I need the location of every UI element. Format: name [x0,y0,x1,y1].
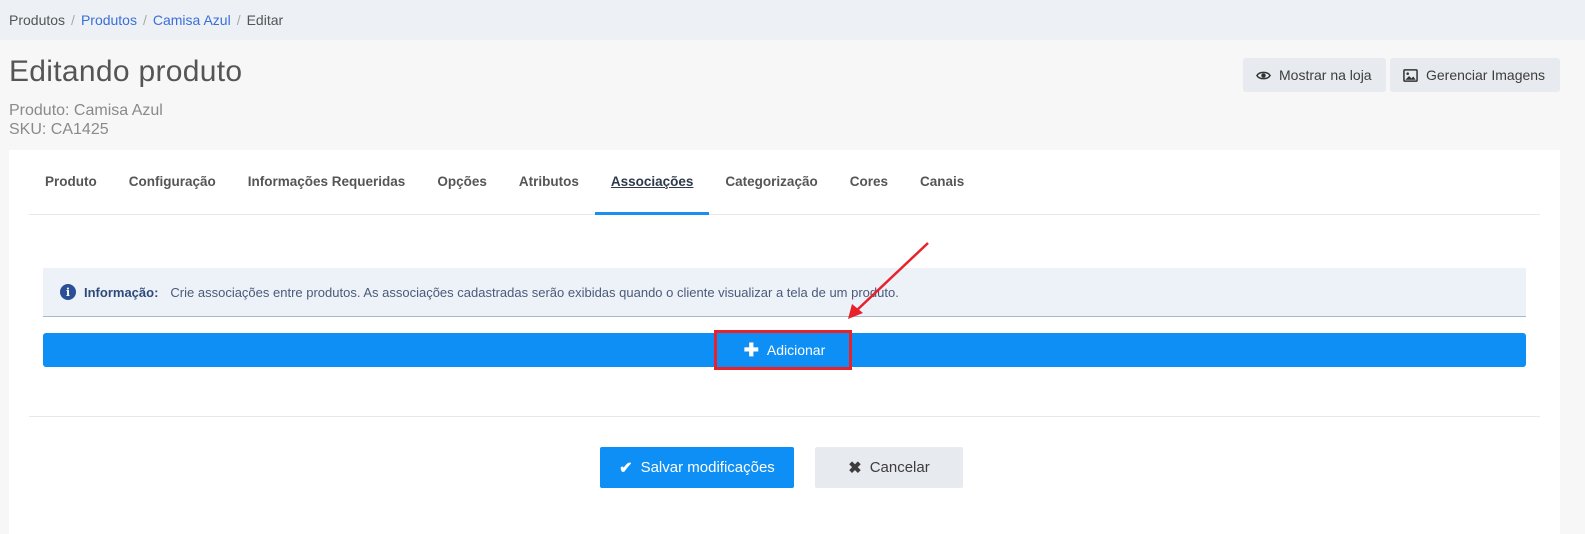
breadcrumb-item-produtos-root[interactable]: Produtos [9,12,65,28]
tab-configuracao[interactable]: Configuração [113,149,232,214]
add-label: Adicionar [766,342,826,358]
breadcrumb-separator: / [142,12,147,28]
tab-categorizacao[interactable]: Categorização [709,149,833,214]
breadcrumb-item-editar: Editar [246,12,284,28]
page-title: Editando produto [9,55,243,88]
eye-icon [1256,71,1271,79]
tab-cores[interactable]: Cores [834,149,904,214]
info-icon: i [60,284,76,300]
tab-atributos[interactable]: Atributos [503,149,595,214]
info-alert: i Informação: Crie associações entre pro… [43,268,1526,317]
tab-bar: Produto Configuração Informações Requeri… [29,150,1540,215]
tab-produto[interactable]: Produto [29,149,113,214]
save-button[interactable]: ✔ Salvar modificações [600,447,794,488]
show-in-store-label: Mostrar na loja [1279,67,1372,83]
divider [29,416,1540,417]
cancel-button[interactable]: ✖ Cancelar [815,447,963,488]
info-label: Informação: [84,284,159,300]
tab-informacoes-requeridas[interactable]: Informações Requeridas [232,149,422,214]
plus-icon: ✚ [743,340,759,360]
product-name-label: Produto: Camisa Azul [9,102,163,119]
close-icon: ✖ [848,459,862,477]
product-edit-card: Produto Configuração Informações Requeri… [9,150,1560,534]
tab-canais[interactable]: Canais [904,149,980,214]
tab-opcoes[interactable]: Opções [421,149,503,214]
add-association-button[interactable]: ✚ Adicionar [43,333,1526,367]
info-text: Crie associações entre produtos. As asso… [170,284,899,300]
show-in-store-button[interactable]: Mostrar na loja [1243,58,1386,92]
breadcrumb-item-produtos[interactable]: Produtos [81,12,137,28]
breadcrumb-separator: / [236,12,241,28]
sku-label: SKU: CA1425 [9,121,109,138]
manage-images-button[interactable]: Gerenciar Imagens [1390,58,1560,92]
manage-images-label: Gerenciar Imagens [1426,67,1546,83]
breadcrumb-separator: / [71,12,75,28]
image-icon [1403,68,1418,82]
breadcrumb-item-camisa-azul[interactable]: Camisa Azul [153,12,231,28]
tab-associacoes[interactable]: Associações [594,149,710,215]
breadcrumb: Produtos / Produtos / Camisa Azul / Edit… [0,0,1585,40]
check-icon: ✔ [619,459,633,477]
save-label: Salvar modificações [640,459,775,476]
cancel-label: Cancelar [869,459,930,476]
